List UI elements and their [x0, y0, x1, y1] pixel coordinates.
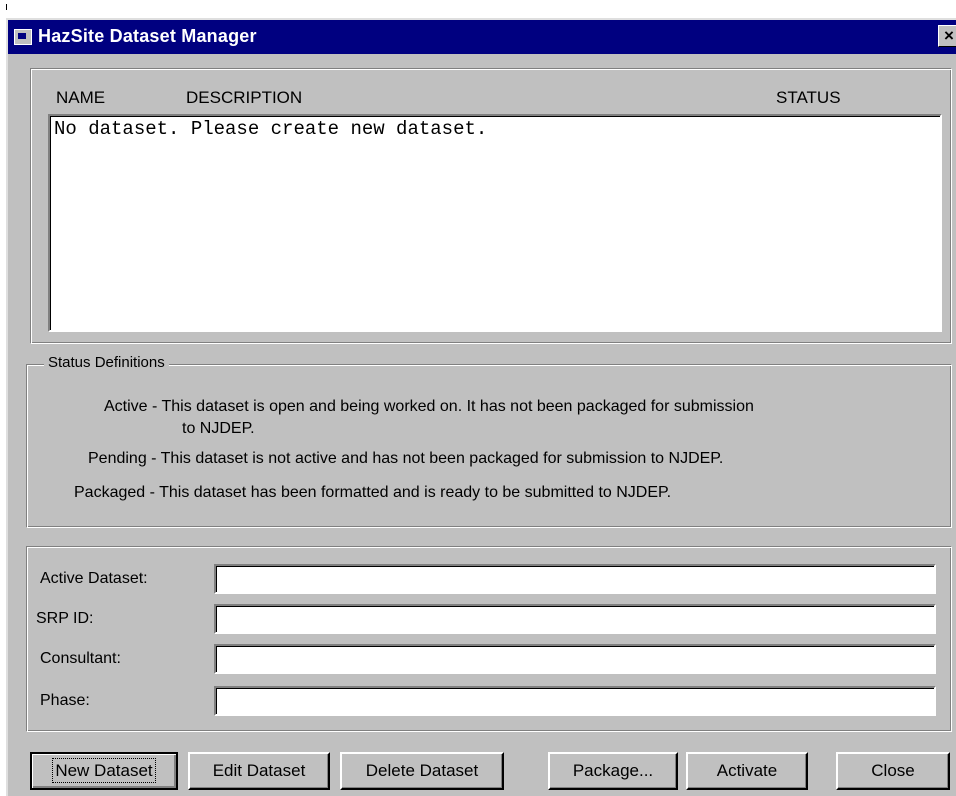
activate-button[interactable]: Activate — [686, 752, 808, 790]
desktop-tick-mark — [6, 4, 7, 10]
delete-dataset-button-label: Delete Dataset — [365, 761, 479, 780]
close-icon[interactable]: × — [938, 25, 956, 47]
column-header-name: NAME — [56, 88, 106, 107]
window-title: HazSite Dataset Manager — [38, 26, 257, 46]
active-dataset-label: Active Dataset: — [40, 570, 148, 587]
delete-dataset-button[interactable]: Delete Dataset — [340, 752, 504, 790]
definition-packaged: Packaged - This dataset has been formatt… — [74, 484, 672, 501]
empty-list-message: No dataset. Please create new dataset. — [54, 118, 488, 140]
package-button-label: Package... — [572, 761, 654, 780]
new-dataset-button[interactable]: New Dataset — [30, 752, 178, 790]
package-button[interactable]: Package... — [548, 752, 678, 790]
definition-pending: Pending - This dataset is not active and… — [88, 450, 724, 467]
edit-dataset-button-label: Edit Dataset — [212, 761, 306, 780]
consultant-label: Consultant: — [40, 650, 121, 667]
new-dataset-button-label: New Dataset — [52, 758, 156, 783]
edit-dataset-button[interactable]: Edit Dataset — [188, 752, 330, 790]
consultant-field[interactable] — [214, 644, 936, 674]
activate-button-label: Activate — [716, 761, 778, 780]
close-button-label: Close — [871, 761, 915, 780]
active-dataset-field[interactable] — [214, 564, 936, 594]
status-definitions-group — [26, 364, 952, 528]
srp-id-field[interactable] — [214, 604, 936, 634]
phase-field[interactable] — [214, 686, 936, 716]
definition-active: Active - This dataset is open and being … — [104, 398, 754, 415]
status-definitions-label: Status Definitions — [44, 354, 169, 371]
srp-id-label: SRP ID: — [36, 610, 94, 627]
column-header-status: STATUS — [776, 88, 841, 107]
phase-label: Phase: — [40, 692, 90, 709]
title-bar[interactable]: HazSite Dataset Manager × — [8, 20, 956, 54]
definition-active-continued: to NJDEP. — [182, 420, 255, 437]
close-button[interactable]: Close — [836, 752, 950, 790]
column-header-description: DESCRIPTION — [186, 88, 303, 107]
dataset-listbox[interactable]: No dataset. Please create new dataset. — [48, 114, 942, 332]
application-icon[interactable] — [14, 29, 32, 45]
